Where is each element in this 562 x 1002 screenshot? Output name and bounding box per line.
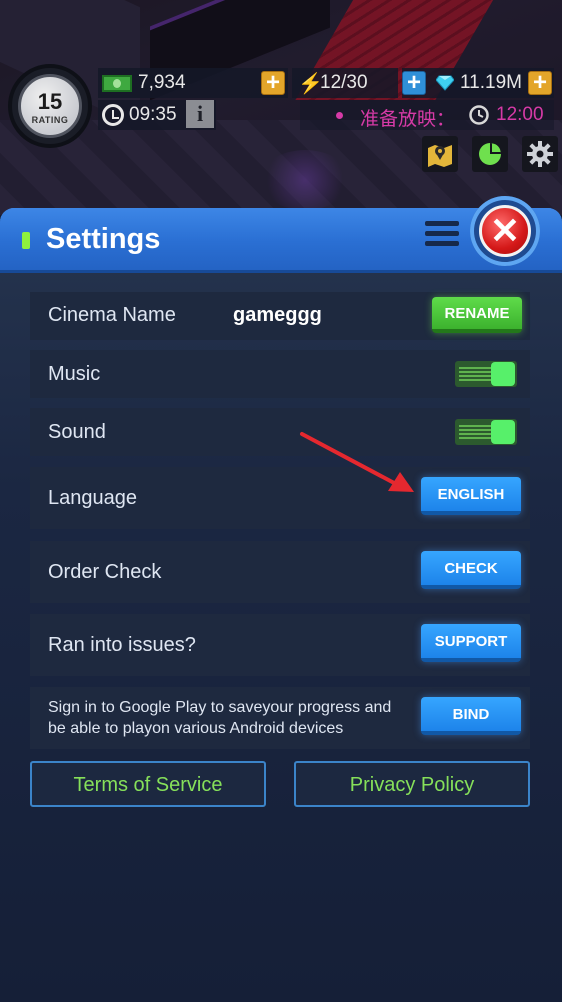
bind-row: Sign in to Google Play to saveyour progr… — [30, 687, 530, 749]
rating-value: 15 — [37, 89, 63, 114]
show-time: 12:00 — [496, 104, 544, 125]
cinema-name-value: gameggg — [233, 304, 322, 326]
add-gems-gold-button[interactable]: + — [528, 71, 552, 95]
show-dot — [336, 112, 343, 119]
music-row: Music — [30, 350, 530, 398]
language-button[interactable]: ENGLISH — [421, 477, 521, 515]
signin-text-line2: be able to playon various Android device… — [48, 720, 344, 737]
money-counter: 7,934 + — [98, 68, 288, 98]
sound-toggle[interactable] — [455, 419, 517, 445]
language-row: Language ENGLISH — [30, 467, 530, 529]
close-icon: ✕ — [479, 205, 531, 257]
rating-badge[interactable]: 15 RATING — [8, 64, 92, 148]
language-label: Language — [48, 487, 137, 509]
energy-counter: ⚡ 12/30 — [292, 68, 398, 98]
title-marker — [22, 232, 30, 249]
order-check-row: Order Check CHECK — [30, 541, 530, 603]
sound-label: Sound — [48, 421, 106, 443]
rating-label: RATING — [31, 115, 69, 125]
close-button[interactable]: ✕ — [470, 196, 540, 266]
gems-value: 11.19M — [460, 72, 522, 93]
add-money-button[interactable]: + — [261, 71, 285, 95]
clock-icon — [469, 105, 489, 125]
settings-button[interactable] — [522, 136, 558, 172]
signin-text: Sign in to Google Play to saveyour progr… — [48, 697, 391, 739]
next-show-indicator: 准备放映： 12:00 — [300, 100, 554, 130]
add-gems-button[interactable]: + — [402, 71, 426, 95]
annotation-arrow-icon — [300, 432, 414, 492]
support-button[interactable]: SUPPORT — [421, 624, 521, 662]
check-button[interactable]: CHECK — [421, 551, 521, 589]
map-icon — [428, 145, 452, 167]
money-value: 7,934 — [138, 72, 186, 93]
order-check-label: Order Check — [48, 561, 162, 583]
menu-icon[interactable] — [425, 221, 459, 247]
gear-icon — [527, 141, 553, 167]
privacy-policy-button[interactable]: Privacy Policy — [294, 761, 530, 807]
rename-button[interactable]: RENAME — [432, 297, 522, 333]
timer-value: 09:35 — [129, 104, 177, 125]
cinema-name-row: Cinema Name gameggg RENAME — [30, 292, 530, 340]
diamond-icon — [436, 75, 454, 91]
gems-counter: + 11.19M + — [402, 68, 554, 98]
bind-button[interactable]: BIND — [421, 697, 521, 735]
support-row: Ran into issues? SUPPORT — [30, 614, 530, 676]
sound-row: Sound — [30, 408, 530, 456]
signin-text-line1: Sign in to Google Play to saveyour progr… — [48, 699, 392, 716]
show-label: 准备放映： — [360, 109, 456, 130]
settings-title: Settings — [46, 223, 161, 255]
map-button[interactable] — [422, 136, 458, 172]
issues-label: Ran into issues? — [48, 634, 196, 656]
info-icon[interactable]: i — [186, 100, 214, 128]
pie-chart-icon — [479, 143, 501, 165]
cash-icon — [102, 75, 132, 92]
rating-medal: 15 RATING — [18, 74, 82, 138]
stats-button[interactable] — [472, 136, 508, 172]
music-toggle[interactable] — [455, 361, 517, 387]
terms-of-service-button[interactable]: Terms of Service — [30, 761, 266, 807]
energy-value: 12/30 — [320, 72, 368, 93]
music-label: Music — [48, 363, 101, 385]
cinema-name-label: Cinema Name — [48, 304, 176, 326]
clock-icon — [102, 104, 124, 126]
